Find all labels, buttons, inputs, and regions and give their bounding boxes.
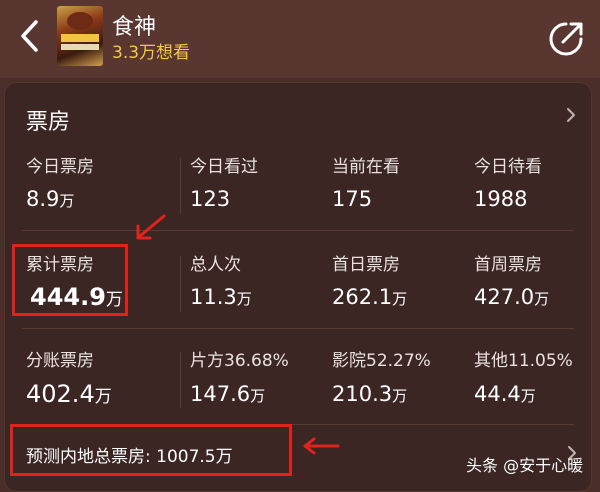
back-arrow-icon[interactable] (14, 16, 46, 56)
opening-week-box-office-label: 首周票房 (474, 255, 542, 275)
other-share-label: 其他11.05% (474, 351, 573, 371)
highlight-box-forecast (10, 424, 292, 476)
now-watching-label: 当前在看 (332, 157, 400, 177)
other-share-value: 44.4万 (474, 382, 536, 406)
movie-title: 食神 (112, 15, 157, 40)
total-admissions-value: 11.3万 (190, 285, 252, 309)
chevron-right-icon[interactable] (563, 104, 579, 126)
today-watched-label: 今日看过 (190, 157, 258, 177)
total-admissions-label: 总人次 (190, 255, 241, 275)
cinema-share-value: 210.3万 (332, 382, 408, 406)
producer-share-value: 147.6万 (190, 382, 266, 406)
want-to-see-count: 3.3万想看 (112, 43, 191, 63)
split-box-office-value: 402.4万 (26, 380, 112, 408)
column-divider (180, 352, 181, 408)
column-divider (180, 256, 181, 312)
share-icon[interactable] (547, 20, 585, 58)
watermark: 头条 @安于心暖 (466, 456, 584, 475)
producer-share-label: 片方36.68% (190, 351, 289, 371)
today-watched-value: 123 (190, 187, 231, 211)
red-arrow-icon (303, 437, 340, 455)
red-arrow-icon (136, 214, 166, 240)
row-divider (22, 230, 574, 231)
today-box-office-label: 今日票房 (26, 157, 94, 177)
split-box-office-label: 分账票房 (26, 351, 94, 371)
today-box-office-value: 8.9万 (26, 187, 75, 211)
opening-day-box-office-value: 262.1万 (332, 285, 408, 309)
opening-day-box-office-label: 首日票房 (332, 255, 400, 275)
now-watching-value: 175 (332, 187, 373, 211)
opening-week-box-office-value: 427.0万 (474, 285, 550, 309)
movie-poster-thumbnail[interactable] (57, 6, 103, 66)
today-pending-label: 今日待看 (474, 157, 542, 177)
column-divider (180, 158, 181, 214)
box-office-heading: 票房 (26, 110, 71, 135)
cinema-share-label: 影院52.27% (332, 351, 431, 371)
today-pending-value: 1988 (474, 187, 528, 211)
row-divider (22, 328, 574, 329)
highlight-box-cumulative (12, 244, 128, 316)
